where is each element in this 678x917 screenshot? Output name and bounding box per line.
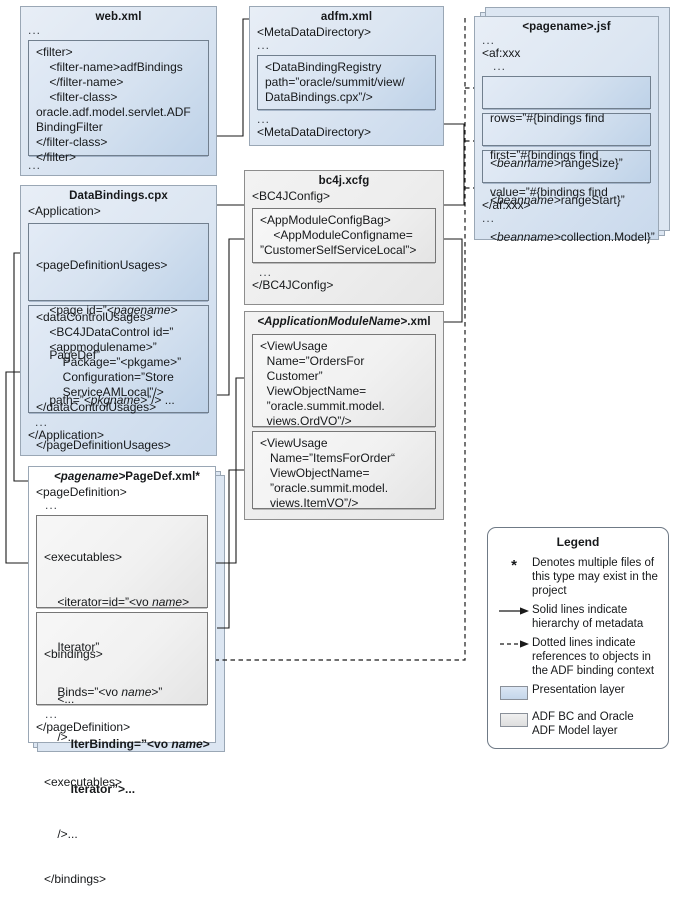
- pd-bind-l6: </bindings>: [44, 872, 107, 886]
- jsf-value-line2: <beanname>collection.Model}”: [490, 230, 655, 245]
- box-pagedef-xml-title: <pagename>PageDef.xml*: [29, 467, 215, 485]
- pd-exec-l4c: >”: [151, 685, 163, 699]
- pd-exec-voname-2: name: [121, 685, 152, 699]
- box-web-xml-title: web.xml: [95, 11, 142, 23]
- box-bc4j-xcfg: bc4j.xcfg <BC4JConfig> <AppModuleConfigB…: [244, 170, 444, 305]
- cpx-datacontrolusages-code: <dataControlUsages> <BC4JDataControl id=…: [28, 305, 209, 414]
- legend-item-model-layer-label: ADF BC and Oracle ADF Model layer: [532, 711, 634, 737]
- box-adfm-xml: adfm.xml <MetaDataDirectory> ... <DataBi…: [249, 6, 444, 146]
- pagedef-line-close: </pageDefinition>: [36, 720, 131, 734]
- pagedef-executables-code: <executables> <iterator=id=”<vo name> It…: [36, 515, 208, 789]
- diagram-canvas: web.xml ... <filter> <filter-name>adfBin…: [0, 0, 678, 886]
- amx-viewusage-orders-code: <ViewUsage Name=”OrdersFor Customer” Vie…: [252, 334, 436, 428]
- box-databindings-cpx-title: DataBindings.cpx: [69, 190, 168, 202]
- adfm-line-close: <MetaDataDirectory>: [257, 125, 372, 139]
- legend-item-dotted-line-label: Dotted lines indicate references to obje…: [532, 637, 655, 677]
- amx-title-rest: .xml: [407, 316, 431, 328]
- jsf-dots-2: ...: [493, 59, 507, 73]
- adfm-registry-code: <DataBindingRegistry path=”oracle/summit…: [257, 55, 436, 110]
- amx-viewusage-items-code: <ViewUsage Name=”ItemsForOrder“ ViewObje…: [252, 431, 436, 510]
- amx-title-italic: <ApplicationModuleName>: [257, 316, 408, 328]
- asterisk-icon: *: [511, 557, 517, 574]
- legend-item-model-layer: ADF BC and Oracle ADF Model layer: [488, 709, 668, 742]
- box-databindings-cpx: DataBindings.cpx <Application> <pageDefi…: [20, 185, 217, 456]
- pd-exec-l2: <iterator=id=”<vo name>: [44, 595, 201, 610]
- pagedef-dots-2: ...: [45, 707, 59, 721]
- box-web-xml: web.xml ... <filter> <filter-name>adfBin…: [20, 6, 217, 176]
- legend-item-presentation-layer-label: Presentation layer: [532, 684, 625, 696]
- model-layer-swatch-icon: [496, 710, 532, 732]
- cpx-pagedefinitionusages-code: <pageDefinitionUsages> <page id=”<pagena…: [28, 223, 209, 452]
- bc4j-dots: ...: [259, 265, 273, 279]
- pd-bind-iterbinding: IterBinding=”<vo: [44, 737, 172, 751]
- legend-item-solid-line: Solid lines indicate hierarchy of metada…: [488, 602, 668, 635]
- bc4j-line-close: </BC4JConfig>: [252, 278, 334, 292]
- dotted-arrow-icon: [496, 636, 532, 655]
- pd-bind-l1: <bindings>: [44, 647, 103, 661]
- pagedef-title-italic: <pagename>: [53, 471, 126, 483]
- pd-bind-l5: />...: [44, 827, 78, 841]
- pagedef-dots-1: ...: [45, 498, 59, 512]
- box-pagedef-xml: <pagename>PageDef.xml* <pageDefinition> …: [28, 466, 225, 886]
- pd-exec-l1: <executables>: [44, 550, 123, 564]
- cpx-line-open: <Application>: [28, 204, 101, 218]
- box-applicationmodulename-xml-title: <ApplicationModuleName>.xml: [245, 312, 443, 330]
- box-pagename-jsf: <pagename>.jsf ... <af:xxx ... rows=”#{b…: [474, 7, 670, 244]
- jsf-value-tail: collection.Model}”: [560, 230, 655, 244]
- legend-item-solid-line-label: Solid lines indicate hierarchy of metada…: [532, 604, 644, 630]
- cpx-pdu-l1: <pageDefinitionUsages>: [36, 258, 168, 272]
- box-adfm-xml-title: adfm.xml: [320, 11, 373, 23]
- pd-bind-iterator: Iterator”>...: [44, 782, 136, 796]
- legend-box: Legend * Denotes multiple files of this …: [487, 527, 669, 749]
- bc4j-line-open: <BC4JConfig>: [252, 189, 331, 203]
- box-applicationmodulename-xml: <ApplicationModuleName>.xml <ViewUsage N…: [244, 311, 444, 520]
- pd-exec-l2c: >: [182, 595, 190, 609]
- pd-exec-voname-1: name: [152, 595, 183, 609]
- web-xml-code: <filter> <filter-name>adfBindings </filt…: [28, 40, 209, 164]
- bc4j-appmoduleconfigbag-code: <AppModuleConfigBag> <AppModuleConfignam…: [252, 208, 436, 263]
- legend-item-asterisk: * Denotes multiple files of this type ma…: [488, 555, 668, 602]
- box-pagename-jsf-title: <pagename>.jsf: [522, 21, 611, 33]
- adfm-dots-2: ...: [257, 112, 271, 126]
- web-xml-top-dots: ...: [28, 23, 42, 37]
- box-bc4j-xcfg-title: bc4j.xcfg: [318, 175, 370, 187]
- legend-item-presentation-layer: Presentation layer: [488, 682, 668, 709]
- pd-exec-l2a: <iterator=id=”<vo: [44, 595, 153, 609]
- pd-bind-voname: name: [171, 737, 203, 751]
- legend-item-asterisk-label: Denotes multiple files of this type may …: [532, 557, 658, 597]
- legend-title: Legend: [556, 535, 600, 549]
- adfm-dots-1: ...: [257, 38, 271, 52]
- pagedef-title-rest: PageDef.xml*: [125, 471, 201, 483]
- jsf-dots-1: ...: [482, 33, 496, 47]
- pd-bind-l4: Iterator”>...: [44, 782, 201, 797]
- pd-bind-l3c: >: [202, 737, 210, 751]
- pd-bind-l3: IterBinding=”<vo name>: [44, 737, 210, 752]
- jsf-rows-binding: rows=”#{bindings find <beanname>rangeSiz…: [482, 76, 651, 170]
- jsf-value-beanname: <beanname>: [490, 230, 561, 244]
- adfm-line-open: <MetaDataDirectory>: [257, 25, 372, 39]
- legend-item-dotted-line: Dotted lines indicate references to obje…: [488, 635, 668, 682]
- solid-arrow-icon: [496, 603, 532, 622]
- presentation-layer-swatch-icon: [496, 683, 532, 705]
